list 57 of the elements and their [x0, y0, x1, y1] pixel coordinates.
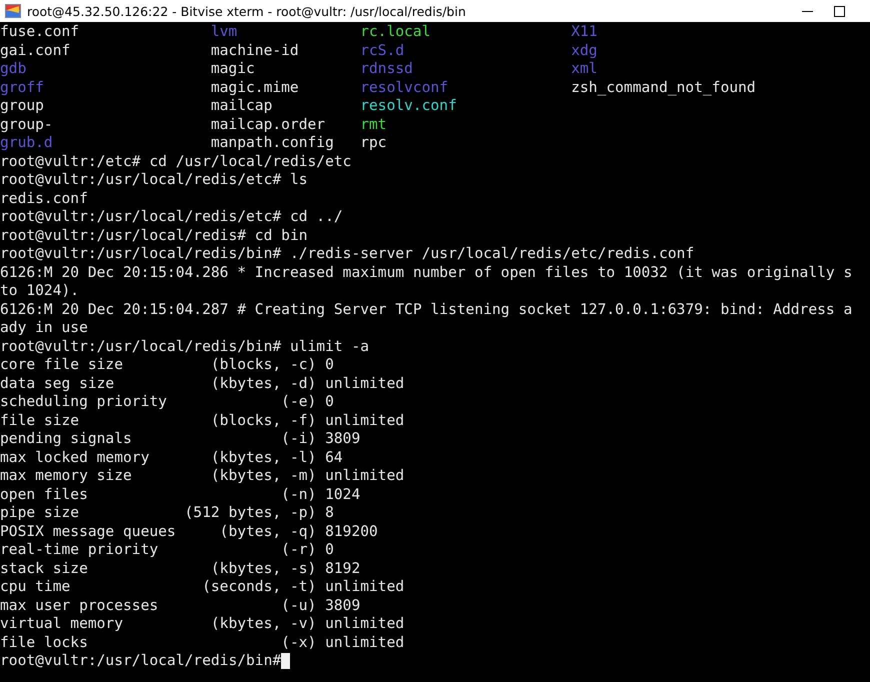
terminal-line: root@vultr:/usr/local/redis/bin# ulimit -a: [0, 338, 370, 356]
terminal-line: open files (-n) 1024: [0, 486, 360, 504]
terminal-line: real-time priority (-r) 0: [0, 541, 334, 560]
file-name: rdnssd: [360, 60, 413, 77]
file-name: group-: [0, 116, 53, 132]
terminal-line: root@vultr:/usr/local/redis/bin# ./redis-server /usr/local/redis/etc/redis.conf: [0, 245, 694, 264]
terminal-line: max user processes (-u) 3809: [0, 596, 360, 615]
terminal-line: to 1024).: [0, 282, 80, 300]
file-name: rpc: [360, 134, 387, 151]
terminal-line: ady in use: [0, 319, 88, 338]
app-icon: [5, 4, 21, 18]
window-title: root@45.32.50.126:22 - Bitvise xterm - root@vultr: /usr/local/redis/bin: [27, 4, 466, 18]
file-name: groff: [0, 78, 44, 96]
file-name: rmt: [360, 116, 387, 132]
file-name: rcS.d: [360, 42, 404, 58]
file-name: gdb: [0, 60, 26, 77]
file-name: machine-id: [210, 42, 299, 58]
file-name: magic: [210, 60, 255, 77]
terminal-line: POSIX message queues (bytes, -q) 819200: [0, 522, 378, 541]
terminal-line: data seg size (kbytes, -d) unlimited: [0, 374, 404, 393]
prompt: root@vultr:/usr/local/redis/bin#: [0, 652, 282, 670]
terminal-line: root@vultr:/usr/local/redis/etc# cd ../: [0, 208, 343, 226]
terminal-line: root@vultr:/usr/local/redis/etc# ls: [0, 171, 308, 190]
file-name: group: [0, 97, 44, 114]
file-name: xdg: [571, 42, 598, 58]
file-name: resolv.conf: [360, 97, 457, 114]
file-name: fuse.conf: [0, 23, 80, 40]
file-name: resolvconf: [360, 78, 448, 96]
terminal-line: 6126:M 20 Dec 20:15:04.287 # Creating Server TCP listening socket 127.0.0.1:6379: bind: Address a: [0, 300, 852, 319]
terminal-line: core file size (blocks, -c) 0: [0, 356, 334, 374]
terminal-line: root@vultr:/etc# cd /usr/local/redis/etc: [0, 152, 352, 171]
file-name: zsh_command_not_found: [571, 78, 756, 96]
file-name: xml: [571, 60, 598, 77]
file-name: mailcap.order: [210, 116, 326, 132]
terminal-line: file size (blocks, -f) unlimited: [0, 412, 404, 430]
terminal-line: 6126:M 20 Dec 20:15:04.286 * Increased maximum number of open files to 10032 (it was originally s: [0, 264, 852, 282]
terminal-line: max locked memory (kbytes, -l) 64: [0, 448, 343, 467]
terminal-line: redis.conf: [0, 190, 88, 208]
file-name: X11: [571, 23, 598, 40]
file-name: magic.mime: [210, 78, 299, 96]
terminal-line: file locks (-x) unlimited: [0, 634, 404, 652]
file-name: manpath.config: [210, 134, 334, 151]
file-name: lvm: [210, 23, 238, 40]
terminal-line: root@vultr:/usr/local/redis# cd bin: [0, 226, 308, 245]
file-name: grub.d: [0, 134, 53, 151]
terminal-line: pending signals (-i) 3809: [0, 430, 360, 448]
file-name: gai.conf: [0, 42, 70, 58]
terminal-line: cpu time (seconds, -t) unlimited: [0, 578, 404, 596]
maximize-icon: [834, 6, 845, 16]
terminal-line: scheduling priority (-e) 0: [0, 393, 334, 412]
terminal-line: stack size (kbytes, -s) 8192: [0, 560, 360, 578]
terminal-line: pipe size (512 bytes, -p) 8: [0, 504, 334, 522]
file-name: rc.local: [360, 23, 431, 40]
file-name: mailcap: [210, 97, 272, 114]
text-cursor: [281, 653, 290, 669]
terminal-line: virtual memory (kbytes, -v) unlimited: [0, 615, 404, 634]
terminal-line: max memory size (kbytes, -m) unlimited: [0, 467, 404, 486]
